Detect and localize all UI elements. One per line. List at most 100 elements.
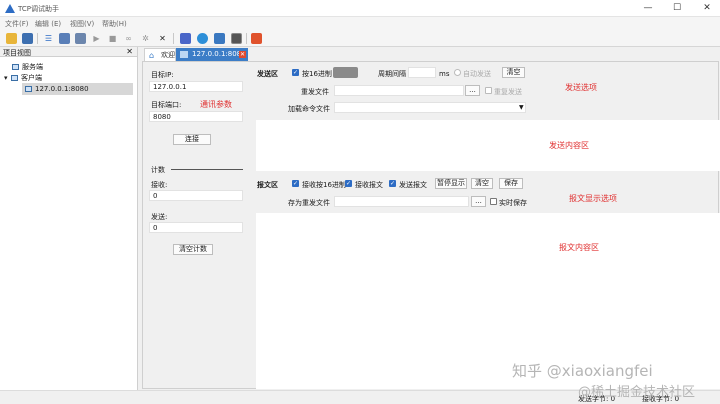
tab-connection[interactable]: 127.0.0.1:8080 ✕ xyxy=(176,48,248,61)
server-icon xyxy=(12,64,19,70)
menu-edit[interactable]: 编辑 (E) xyxy=(35,19,61,29)
tab-home[interactable]: ⌂ 欢迎 xyxy=(144,48,176,61)
target-port-label: 目标端口: xyxy=(151,101,182,109)
recv-msg-label: 接收报文 xyxy=(355,181,383,189)
save-as-label: 存为重发文件 xyxy=(288,199,330,207)
help-icon[interactable] xyxy=(197,33,208,44)
hex-send-checkbox[interactable]: ✓ xyxy=(292,69,299,76)
chevron-down-icon[interactable]: ▼ xyxy=(519,104,524,111)
sent-count-field: 0 xyxy=(149,222,243,233)
record-icon[interactable] xyxy=(251,33,262,44)
toolbar-separator xyxy=(37,33,38,44)
connection-tab-icon xyxy=(180,51,188,58)
send-msg-checkbox[interactable]: ✓ xyxy=(389,180,396,187)
send-content-area[interactable] xyxy=(256,120,720,171)
counter-group-title: 计数 xyxy=(151,166,165,174)
annotation-recv-content: 报文内容区 xyxy=(559,243,599,252)
watermark-zhihu: 知乎 @xiaoxiangfei xyxy=(512,362,653,380)
save-as-input[interactable] xyxy=(334,196,469,207)
toolbar: ☰ ▶ ■ ∞ ✲ ✕ xyxy=(0,30,720,47)
save-icon[interactable] xyxy=(22,33,33,44)
hex-option-dropdown[interactable] xyxy=(333,67,358,78)
project-panel-close-icon[interactable]: ✕ xyxy=(126,47,133,56)
resend-browse-button[interactable]: ... xyxy=(465,85,480,96)
annotation-recv-options: 报文显示选项 xyxy=(569,194,617,203)
send-section-label: 发送区 xyxy=(257,70,278,78)
menu-file[interactable]: 文件(F) xyxy=(5,19,29,29)
repeat-send-label: 重复发送 xyxy=(494,88,522,96)
connection-workspace: 目标IP: 127.0.0.1 目标端口: 通讯参数 8080 连接 计数 接收… xyxy=(142,61,720,389)
save-button[interactable]: 保存 xyxy=(499,178,523,189)
hex-recv-checkbox[interactable]: ✓ xyxy=(292,180,299,187)
resend-file-label: 重发文件 xyxy=(301,88,329,96)
load-cmd-select[interactable] xyxy=(334,102,526,113)
menu-bar: 文件(F) 编辑 (E) 视图(V) 帮助(H) xyxy=(0,17,720,30)
target-ip-label: 目标IP: xyxy=(151,71,174,79)
list-view-icon[interactable]: ☰ xyxy=(43,33,54,44)
resend-file-input[interactable] xyxy=(334,85,464,96)
link-icon[interactable]: ∞ xyxy=(123,33,134,44)
home-icon: ⌂ xyxy=(149,51,155,60)
tab-bar: ⌂ 欢迎 127.0.0.1:8080 ✕ xyxy=(142,48,720,61)
repeat-send-checkbox[interactable] xyxy=(485,87,492,94)
stop-icon[interactable]: ■ xyxy=(107,33,118,44)
target-port-input[interactable]: 8080 xyxy=(149,111,243,122)
expand-chevron-icon[interactable]: ▾ xyxy=(4,74,11,82)
hex-send-label: 按16进制 xyxy=(302,70,332,78)
load-cmd-label: 加载命令文件 xyxy=(288,105,330,113)
send-clear-button[interactable]: 清空 xyxy=(502,67,525,78)
received-count-label: 接收: xyxy=(151,181,168,189)
tree-item-client[interactable]: ▾ 客户端 xyxy=(4,73,42,83)
disconnect-icon[interactable] xyxy=(75,33,86,44)
period-label: 周期间隔 xyxy=(378,70,406,78)
auto-send-label: 自动发送 xyxy=(463,70,491,78)
title-bar: TCP调试助手 — ☐ ✕ xyxy=(0,0,720,17)
project-panel: 项目视图 ✕ xyxy=(0,47,138,404)
clear-count-button[interactable]: 清空计数 xyxy=(173,244,213,255)
save-as-browse-button[interactable]: ... xyxy=(471,196,486,207)
connect-icon[interactable] xyxy=(59,33,70,44)
counter-group-divider xyxy=(171,169,243,170)
book-icon[interactable] xyxy=(180,33,191,44)
annotation-send-content: 发送内容区 xyxy=(549,141,589,150)
close-button[interactable]: ✕ xyxy=(694,0,720,17)
recv-msg-checkbox[interactable]: ✓ xyxy=(345,180,352,187)
received-count-field: 0 xyxy=(149,190,243,201)
sync-icon[interactable] xyxy=(214,33,225,44)
recv-section-label: 报文区 xyxy=(257,181,278,189)
settings-icon[interactable]: ✲ xyxy=(140,33,151,44)
menu-help[interactable]: 帮助(H) xyxy=(102,19,127,29)
tab-close-icon[interactable]: ✕ xyxy=(239,51,246,58)
window-title: TCP调试助手 xyxy=(18,5,59,13)
connect-button[interactable]: 连接 xyxy=(173,134,211,145)
client-icon xyxy=(11,75,18,81)
hex-recv-label: 接收按16进制 xyxy=(302,181,346,189)
maximize-button[interactable]: ☐ xyxy=(664,0,690,17)
period-input[interactable] xyxy=(408,67,436,78)
project-panel-header: 项目视图 ✕ xyxy=(0,47,137,57)
play-icon[interactable]: ▶ xyxy=(91,33,102,44)
recv-clear-button[interactable]: 清空 xyxy=(471,178,493,189)
period-unit: ms xyxy=(439,70,450,78)
realtime-save-label: 实时保存 xyxy=(499,199,527,207)
open-folder-icon[interactable] xyxy=(6,33,17,44)
watermark-juejin: @稀土掘金技术社区 xyxy=(578,385,696,400)
realtime-save-checkbox[interactable] xyxy=(490,198,497,205)
target-ip-input[interactable]: 127.0.0.1 xyxy=(149,81,243,92)
connection-icon xyxy=(25,86,32,92)
auto-send-radio[interactable] xyxy=(454,69,461,76)
annotation-comm-params: 通讯参数 xyxy=(200,100,232,109)
tree-item-server[interactable]: 服务端 xyxy=(12,62,43,72)
tree-item-connection[interactable]: 127.0.0.1:8080 xyxy=(25,85,89,93)
send-msg-label: 发送报文 xyxy=(399,181,427,189)
sent-count-label: 发送: xyxy=(151,213,168,221)
pause-display-button[interactable]: 暂停显示 xyxy=(435,178,467,189)
delete-icon[interactable]: ✕ xyxy=(157,33,168,44)
calculator-icon[interactable] xyxy=(231,33,242,44)
toolbar-separator xyxy=(246,33,247,44)
annotation-send-options: 发送选项 xyxy=(565,83,597,92)
app-icon xyxy=(5,4,15,13)
toolbar-separator xyxy=(173,33,174,44)
minimize-button[interactable]: — xyxy=(635,0,661,17)
menu-view[interactable]: 视图(V) xyxy=(70,19,94,29)
